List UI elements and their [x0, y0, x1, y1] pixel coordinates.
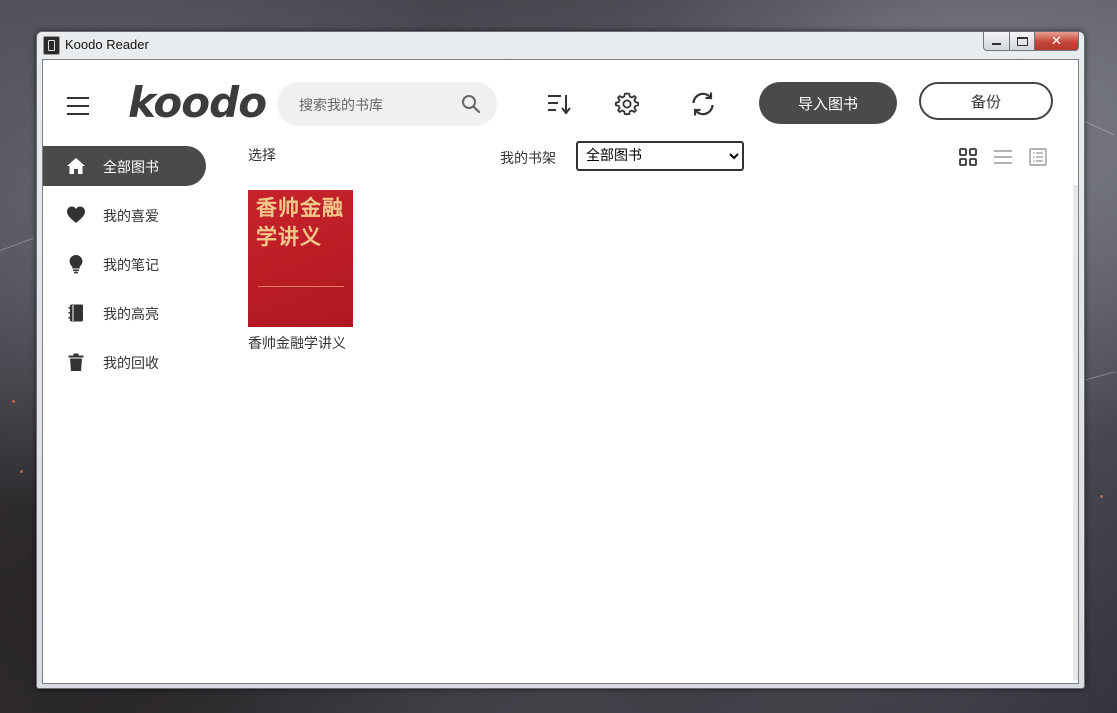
book-title: 香帅金融学讲义	[248, 336, 346, 352]
scrollbar[interactable]	[1073, 185, 1078, 680]
sidebar-item-favorites[interactable]: 我的喜爱	[43, 195, 213, 235]
shelf-label: 我的书架	[500, 151, 556, 167]
window-controls: ✕	[983, 32, 1079, 51]
maximize-button[interactable]	[1010, 32, 1035, 51]
book-cover[interactable]: 香帅金融学讲义	[248, 190, 353, 327]
sort-icon[interactable]	[545, 90, 573, 118]
import-books-button[interactable]: 导入图书	[759, 82, 897, 124]
wallpaper-streak	[1082, 120, 1115, 136]
book-card[interactable]: 香帅金融学讲义 香帅金融学讲义	[248, 190, 358, 353]
sidebar-item-label: 我的喜爱	[103, 209, 159, 225]
close-button[interactable]: ✕	[1035, 32, 1079, 51]
app-client-area: koodo 导入图书 备份	[42, 59, 1079, 684]
koodo-logo: koodo	[128, 78, 267, 127]
sidebar-item-trash[interactable]: 我的回收	[43, 342, 213, 382]
close-icon: ✕	[1051, 33, 1062, 49]
home-icon	[67, 158, 85, 174]
menu-button[interactable]	[67, 97, 89, 115]
menu-icon	[67, 97, 89, 99]
title-bar[interactable]: Koodo Reader ✕	[37, 32, 1084, 59]
app-window: Koodo Reader ✕ koodo 搜索我的书库 导入图书 备份 全部图书…	[36, 31, 1085, 689]
book-cover-title: 香帅金融学讲义	[256, 195, 344, 249]
select-books-button[interactable]: 选择	[248, 145, 276, 165]
heart-icon	[67, 206, 85, 223]
grid-view-icon[interactable]	[958, 147, 978, 167]
wallpaper-streak	[1082, 371, 1116, 381]
sync-icon[interactable]	[689, 90, 717, 118]
sidebar-item-highlights[interactable]: 我的高亮	[43, 293, 213, 333]
wallpaper-ember	[20, 470, 23, 473]
backup-button[interactable]: 备份	[919, 82, 1053, 120]
maximize-icon	[1016, 36, 1028, 46]
sidebar-item-label: 我的回收	[103, 356, 159, 372]
wallpaper-ember	[1100, 495, 1103, 498]
book-cover-rule	[258, 286, 344, 287]
minimize-icon	[992, 43, 1001, 45]
settings-gear-icon[interactable]	[613, 90, 641, 118]
sidebar: 全部图书 我的喜爱 我的笔记 我的高亮 我的回收	[43, 146, 213, 391]
sidebar-item-label: 我的笔记	[103, 258, 159, 274]
window-title: Koodo Reader	[65, 37, 149, 52]
search-box[interactable]	[277, 82, 497, 126]
wallpaper-ember	[12, 400, 15, 403]
sidebar-item-all-books[interactable]: 全部图书	[43, 146, 206, 186]
minimize-button[interactable]	[983, 32, 1010, 51]
menu-icon-bar	[67, 113, 89, 115]
wallpaper-streak	[0, 237, 34, 251]
cover-view-icon[interactable]	[1028, 147, 1048, 167]
notebook-icon	[68, 304, 83, 322]
search-input[interactable]	[297, 94, 461, 118]
app-icon	[43, 36, 60, 55]
lightbulb-icon	[69, 255, 83, 274]
sidebar-item-notes[interactable]: 我的笔记	[43, 244, 213, 284]
sidebar-item-label: 我的高亮	[103, 307, 159, 323]
search-icon[interactable]	[461, 94, 481, 114]
shelf-select[interactable]: 全部图书	[576, 141, 744, 171]
list-view-icon[interactable]	[993, 147, 1013, 167]
sidebar-item-label: 全部图书	[103, 160, 159, 176]
menu-icon-bar	[67, 105, 89, 107]
trash-icon	[68, 353, 84, 371]
